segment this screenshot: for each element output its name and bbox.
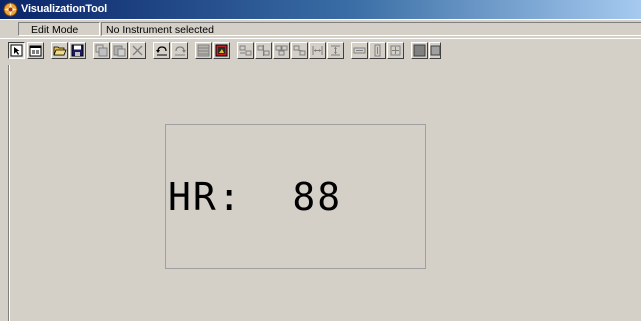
open-file-button[interactable]: [51, 42, 68, 59]
open-folder-icon: [52, 46, 67, 56]
same-size-button[interactable]: [387, 42, 404, 59]
app-icon: [3, 2, 18, 17]
fill-color-icon: [413, 44, 426, 57]
pointer-icon: [10, 44, 23, 57]
mode-indicator: Edit Mode: [18, 22, 100, 36]
grid-button[interactable]: [195, 42, 212, 59]
same-width-icon: [353, 47, 366, 54]
align-left-icon: [239, 45, 252, 56]
space-vertical-button[interactable]: [327, 42, 344, 59]
delete-button[interactable]: [129, 42, 146, 59]
align-right-button[interactable]: [273, 42, 290, 59]
copy-button[interactable]: [93, 42, 110, 59]
border-style-button[interactable]: [429, 42, 441, 59]
align-left-button[interactable]: [237, 42, 254, 59]
align-right-icon: [275, 45, 288, 56]
select-tool-button[interactable]: [8, 42, 25, 59]
toolbar: [0, 38, 641, 66]
copy-icon: [95, 44, 108, 57]
same-size-icon: [390, 45, 401, 56]
background-image-button[interactable]: [213, 42, 230, 59]
fill-color-button[interactable]: [411, 42, 428, 59]
undo-button[interactable]: [153, 42, 170, 59]
border-style-icon: [430, 45, 440, 56]
paste-icon: [113, 45, 126, 57]
paste-button[interactable]: [111, 42, 128, 59]
same-width-button[interactable]: [351, 42, 368, 59]
same-height-icon: [374, 44, 381, 57]
align-top-button[interactable]: [291, 42, 308, 59]
title-bar[interactable]: VisualizationTool: [0, 0, 641, 19]
space-horizontal-icon: [312, 46, 323, 55]
window-title: VisualizationTool: [21, 3, 108, 15]
save-file-button[interactable]: [69, 42, 86, 59]
floppy-disk-icon: [71, 44, 84, 57]
space-vertical-icon: [331, 45, 340, 56]
redo-icon: [174, 46, 186, 56]
redo-button[interactable]: [171, 42, 188, 59]
properties-button[interactable]: [27, 42, 44, 59]
background-image-icon: [215, 44, 228, 57]
align-center-icon: [257, 45, 270, 56]
align-center-button[interactable]: [255, 42, 272, 59]
align-top-icon: [293, 45, 306, 56]
heart-rate-instrument[interactable]: HR: 88: [165, 124, 426, 269]
canvas-left-highlight: [9, 65, 10, 321]
heart-rate-readout: HR: 88: [168, 175, 343, 219]
space-horizontal-button[interactable]: [309, 42, 326, 59]
undo-icon: [155, 46, 167, 56]
same-height-button[interactable]: [369, 42, 386, 59]
properties-icon: [29, 45, 42, 57]
grid-icon: [197, 44, 210, 57]
delete-x-icon: [132, 45, 143, 56]
status-row: Edit Mode No Instrument selected: [0, 19, 641, 55]
selected-instrument-indicator: No Instrument selected: [101, 22, 641, 36]
